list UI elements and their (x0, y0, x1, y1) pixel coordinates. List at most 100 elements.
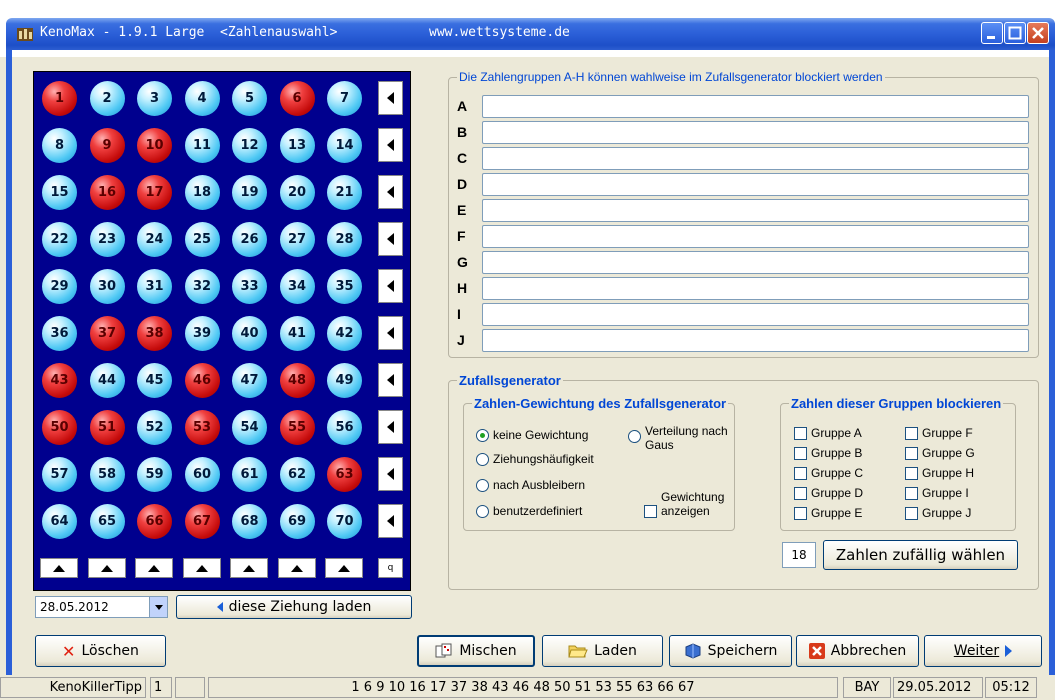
load-button[interactable]: Laden (542, 635, 663, 667)
select-row-button[interactable] (378, 128, 403, 162)
select-column-button[interactable] (325, 558, 363, 578)
number-ball-68[interactable]: 68 (232, 504, 267, 539)
group-input-j[interactable] (482, 329, 1029, 352)
random-count-field[interactable]: 18 (782, 542, 816, 568)
clear-button[interactable]: ✕ Löschen (35, 635, 166, 667)
number-ball-70[interactable]: 70 (327, 504, 362, 539)
group-input-i[interactable] (482, 303, 1029, 326)
number-ball-23[interactable]: 23 (89, 222, 125, 257)
select-row-button[interactable] (378, 457, 403, 491)
number-ball-25[interactable]: 25 (184, 222, 220, 257)
weight-absence-radio[interactable]: nach Ausbleibern (476, 478, 585, 492)
number-ball-65[interactable]: 65 (89, 504, 125, 539)
number-ball-44[interactable]: 44 (89, 363, 125, 398)
number-ball-21[interactable]: 21 (327, 175, 362, 210)
number-ball-38[interactable]: 38 (137, 316, 172, 351)
block-gruppe-j-checkbox[interactable]: Gruppe J (905, 506, 971, 520)
number-ball-29[interactable]: 29 (42, 269, 77, 304)
number-ball-22[interactable]: 22 (42, 222, 77, 257)
number-ball-34[interactable]: 34 (279, 269, 315, 304)
number-ball-56[interactable]: 56 (327, 410, 362, 445)
weight-custom-radio[interactable]: benutzerdefiniert (476, 504, 582, 518)
weight-gauss-radio[interactable]: Verteilung nach Gaus (628, 424, 728, 452)
shuffle-button[interactable]: Mischen (417, 635, 535, 667)
group-input-d[interactable] (482, 173, 1029, 196)
select-row-button[interactable] (378, 504, 403, 538)
close-window-button[interactable] (1027, 22, 1049, 44)
number-ball-6[interactable]: 6 (279, 81, 315, 116)
select-row-button[interactable] (378, 363, 403, 397)
minimize-button[interactable] (981, 22, 1003, 44)
number-ball-9[interactable]: 9 (89, 128, 125, 163)
load-draw-button[interactable]: diese Ziehung laden (176, 595, 412, 619)
number-ball-1[interactable]: 1 (42, 81, 77, 116)
number-ball-43[interactable]: 43 (42, 363, 77, 398)
number-ball-41[interactable]: 41 (279, 316, 315, 351)
select-all-button[interactable]: q (378, 558, 403, 578)
number-ball-15[interactable]: 15 (42, 175, 77, 210)
select-row-button[interactable] (378, 269, 403, 303)
number-ball-13[interactable]: 13 (279, 128, 315, 163)
number-ball-54[interactable]: 54 (232, 410, 267, 445)
select-row-button[interactable] (378, 410, 403, 444)
group-input-a[interactable] (482, 95, 1029, 118)
number-ball-37[interactable]: 37 (89, 316, 125, 351)
number-ball-30[interactable]: 30 (89, 269, 125, 304)
number-ball-66[interactable]: 66 (137, 504, 172, 539)
number-ball-24[interactable]: 24 (137, 222, 172, 257)
number-ball-12[interactable]: 12 (232, 128, 267, 163)
number-ball-61[interactable]: 61 (232, 457, 267, 492)
pick-random-numbers-button[interactable]: Zahlen zufällig wählen (823, 540, 1018, 570)
number-ball-4[interactable]: 4 (184, 81, 220, 116)
number-ball-19[interactable]: 19 (232, 175, 267, 210)
number-ball-47[interactable]: 47 (232, 363, 267, 398)
number-ball-62[interactable]: 62 (279, 457, 315, 492)
select-column-button[interactable] (230, 558, 268, 578)
number-ball-5[interactable]: 5 (232, 81, 267, 116)
number-ball-51[interactable]: 51 (89, 410, 125, 445)
number-ball-60[interactable]: 60 (184, 457, 220, 492)
number-ball-53[interactable]: 53 (184, 410, 220, 445)
block-gruppe-c-checkbox[interactable]: Gruppe C (794, 466, 863, 480)
number-ball-18[interactable]: 18 (184, 175, 220, 210)
select-column-button[interactable] (182, 558, 221, 578)
select-column-button[interactable] (135, 558, 173, 578)
group-input-c[interactable] (482, 147, 1029, 170)
number-ball-42[interactable]: 42 (327, 316, 362, 351)
number-ball-58[interactable]: 58 (89, 457, 125, 492)
number-ball-69[interactable]: 69 (279, 504, 315, 539)
number-ball-40[interactable]: 40 (232, 316, 267, 351)
number-ball-10[interactable]: 10 (137, 128, 172, 163)
number-ball-28[interactable]: 28 (327, 222, 362, 257)
number-ball-39[interactable]: 39 (184, 316, 220, 351)
select-column-button[interactable] (277, 558, 316, 578)
number-ball-20[interactable]: 20 (279, 175, 315, 210)
number-ball-32[interactable]: 32 (184, 269, 220, 304)
number-ball-63[interactable]: 63 (327, 457, 362, 492)
number-ball-35[interactable]: 35 (327, 269, 362, 304)
number-ball-64[interactable]: 64 (42, 504, 77, 539)
number-ball-45[interactable]: 45 (137, 363, 172, 398)
select-row-button[interactable] (378, 316, 403, 350)
select-row-button[interactable] (378, 175, 403, 209)
select-column-button[interactable] (40, 558, 78, 578)
block-gruppe-d-checkbox[interactable]: Gruppe D (794, 486, 863, 500)
show-weighting-checkbox[interactable]: Gewichtung anzeigen (644, 490, 724, 518)
group-input-b[interactable] (482, 121, 1029, 144)
number-ball-55[interactable]: 55 (279, 410, 315, 445)
number-ball-31[interactable]: 31 (137, 269, 172, 304)
block-gruppe-b-checkbox[interactable]: Gruppe B (794, 446, 862, 460)
select-column-button[interactable] (87, 558, 126, 578)
number-ball-33[interactable]: 33 (232, 269, 267, 304)
number-ball-8[interactable]: 8 (42, 128, 77, 163)
number-ball-7[interactable]: 7 (327, 81, 362, 116)
number-ball-50[interactable]: 50 (42, 410, 77, 445)
group-input-f[interactable] (482, 225, 1029, 248)
number-ball-14[interactable]: 14 (327, 128, 362, 163)
date-dropdown-button[interactable] (149, 597, 167, 617)
number-ball-2[interactable]: 2 (89, 81, 125, 116)
select-row-button[interactable] (378, 81, 403, 115)
block-gruppe-f-checkbox[interactable]: Gruppe F (905, 426, 973, 440)
title-bar-strip[interactable]: KenoMax - 1.9.1 Large <Zahlenauswahl> ww… (6, 18, 1055, 50)
number-ball-27[interactable]: 27 (279, 222, 315, 257)
